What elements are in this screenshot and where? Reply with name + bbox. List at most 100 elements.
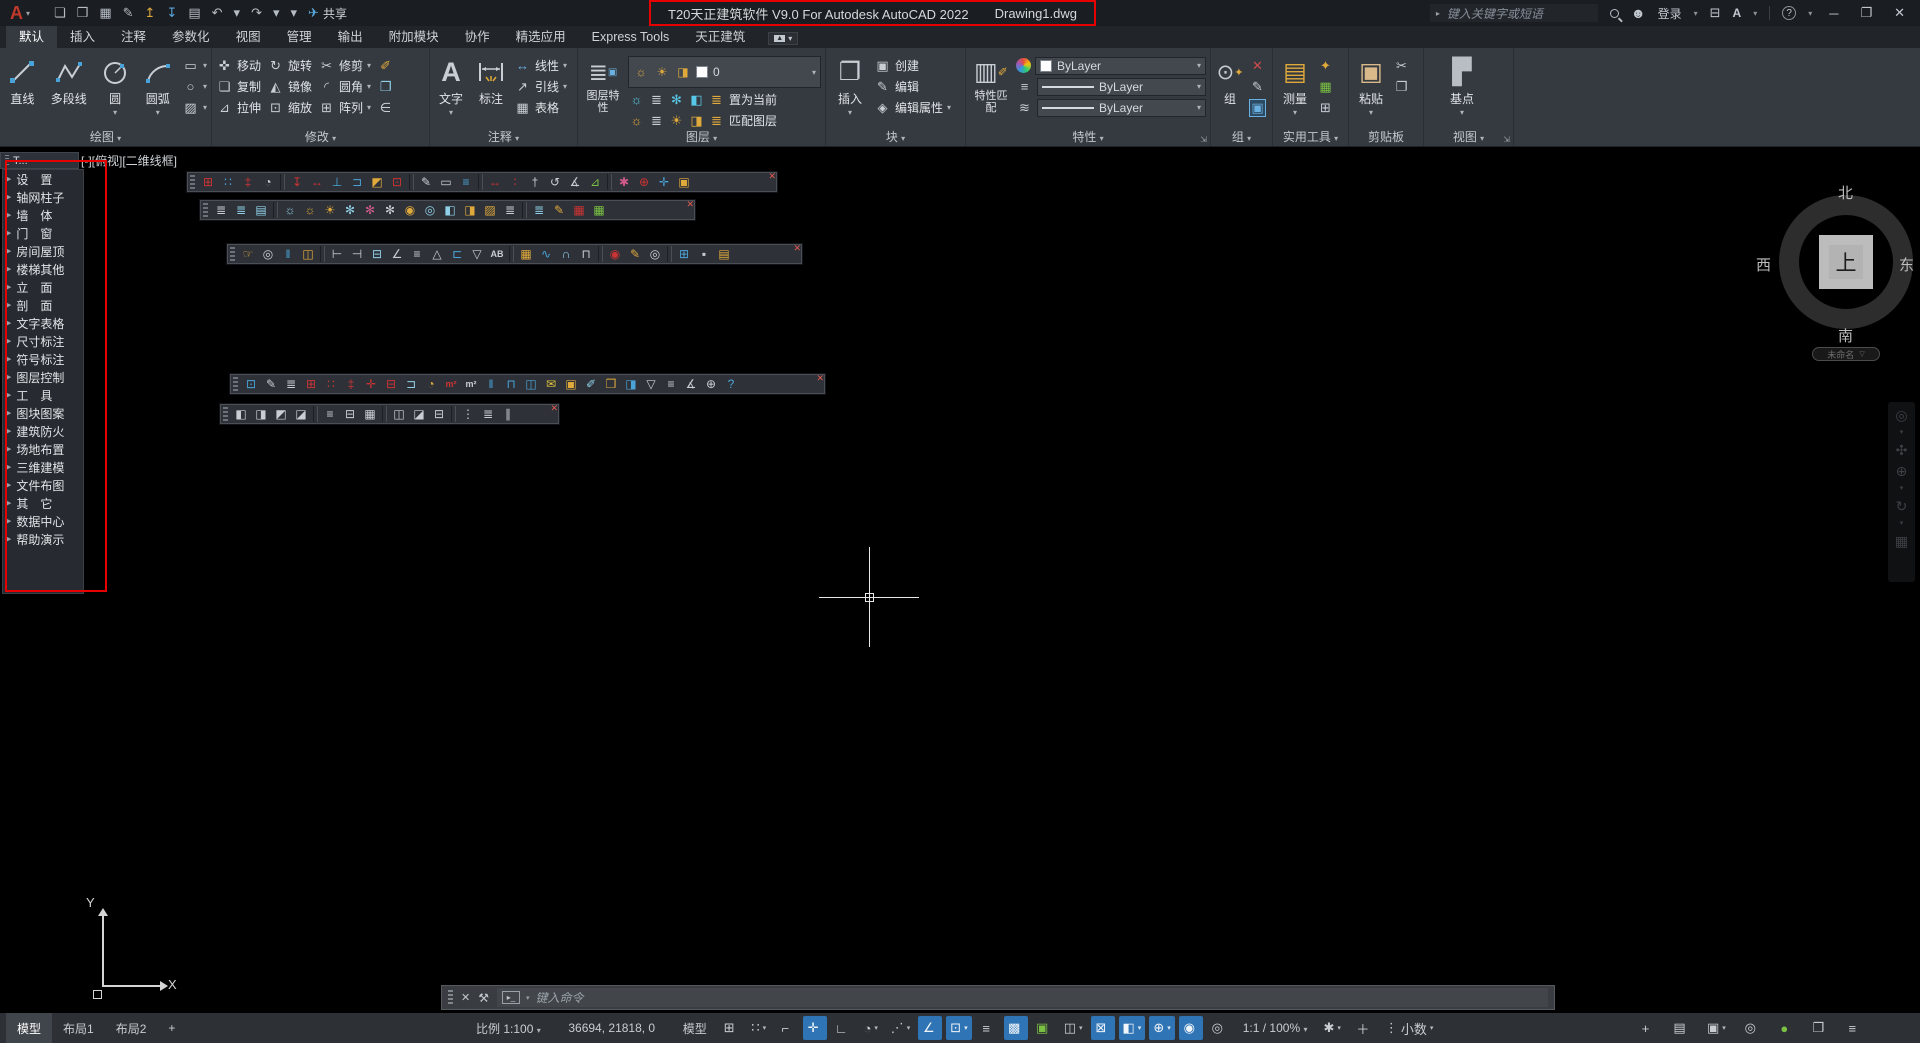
bring-front-icon[interactable]: ◧ [231,405,251,423]
panel-title-draw[interactable]: 绘图 ▾ [0,128,211,145]
palette-item[interactable]: 符号标注 [3,350,83,368]
login-label[interactable]: 登录 [1658,5,1682,22]
marker-icon[interactable]: ✛ [361,375,381,393]
toolbar-icon[interactable] [509,246,514,262]
list-bars-icon[interactable]: ≡ [407,245,427,263]
hatch-icon[interactable]: ▨▾ [182,98,207,117]
layer-edit-icon[interactable]: ✎ [549,201,569,219]
elev-left-icon[interactable]: ⊢ [327,245,347,263]
ruler-icon[interactable]: ▤ [714,245,734,263]
palette-item[interactable]: 文件布图 [3,476,83,494]
layout-tab[interactable]: 布局2 [105,1013,158,1043]
layer-rgb2-icon[interactable]: ▦ [589,201,609,219]
clipboard-icon[interactable]: ▣ [674,173,694,191]
search-collapse-icon[interactable]: ▸ [1436,9,1440,18]
image-icon[interactable]: ◨ [621,375,641,393]
bring-above-icon[interactable]: ◩ [271,405,291,423]
palette-grip[interactable] [5,155,9,166]
scale-button[interactable]: ⊡缩放 [267,98,316,117]
rotate-button[interactable]: ↻旋转 [267,56,316,75]
block-attrs-icon[interactable]: ◈编辑属性▾ [874,98,951,117]
redo-icon[interactable]: ↷ [251,5,262,21]
erase-icon[interactable]: ✐ [377,56,394,75]
red-eye-icon[interactable]: ◉ [605,245,625,263]
close-icon[interactable]: ✕ [768,172,776,181]
floating-toolbar-view-tools[interactable]: ☞◎‖◫⊢⊣⊟∠≡△⊏▽AB▦∿∩⊓◉✎◎⊞▪▤ ✕ [226,243,803,265]
mirror-button[interactable]: ◭镜像 [267,77,316,96]
minimize-button[interactable]: ─ [1824,6,1843,21]
fillet-button[interactable]: ◜圆角▾ [318,77,371,96]
orbit-icon[interactable]: ↻ [1896,499,1908,513]
isolate-objects-icon[interactable]: ◎ [1740,1016,1764,1040]
save-icon[interactable]: ▦ [99,5,111,21]
ribbon-tab[interactable]: 默认 [6,26,57,48]
linetype-combo[interactable]: ByLayer▾ [1037,99,1206,117]
text-button[interactable]: A 文字 ▾ [434,53,468,130]
rectangle-icon[interactable]: ▭▾ [182,56,207,75]
list-icon[interactable]: ≡ [661,375,681,393]
lock-ui-icon[interactable]: ▣▾ [1703,1016,1730,1040]
match-layer-label[interactable]: 匹配图层 [729,112,777,129]
parallel-icon[interactable]: ∥ [498,405,518,423]
panel-title-annotate[interactable]: 注释 ▾ [430,128,577,145]
arc-wall-icon[interactable]: ◔ [421,375,441,393]
cross-move-icon[interactable]: ⊕ [634,173,654,191]
floating-toolbar-axis-wall[interactable]: ⊞∷‡◔↧↔⊥⊐◩⊡✎▭≡↔∶†↺∡⊿✱⊕✛▣ ✕ [186,171,778,193]
chevron-down-icon[interactable]: ▾ [1369,108,1373,117]
join-icon[interactable]: ∈ [377,98,394,117]
infer-constraints-toggle[interactable]: ⌐ [775,1016,799,1040]
close-icon[interactable]: ✕ [550,404,558,413]
glow-ring-icon[interactable]: ◎ [420,201,440,219]
palette-item[interactable]: 其 它 [3,494,83,512]
toolbar-grip[interactable] [233,377,238,391]
viewcube-west[interactable]: 西 [1756,254,1771,275]
palette-item[interactable]: 立 面 [3,278,83,296]
columns-icon[interactable]: ‖ [481,375,501,393]
bulb-on-icon[interactable]: ☀ [320,201,340,219]
new-file-icon[interactable]: ❏ [54,5,66,21]
viewport-controls[interactable]: [-][俯视][二维线框] [81,152,177,169]
floating-toolbar-building-tools[interactable]: ⊡✎≣⊞∷‡✛⊟⊐◔m²m²‖⊓◫✉▣✐❒◨▽≡∡⊕? ✕ [229,373,826,395]
elevation-mark-icon[interactable]: ▽ [641,375,661,393]
align-left-icon[interactable]: ≡ [320,405,340,423]
units-button[interactable]: ⋮ 小数 ▾ [1381,1016,1438,1040]
text-list-icon[interactable]: ≡ [456,173,476,191]
ellipse-icon[interactable]: ○▾ [182,77,207,96]
object-snap-tracking-toggle[interactable]: ∠ [918,1016,942,1040]
palette-item[interactable]: 尺寸标注 [3,332,83,350]
panel-title-layers[interactable]: 图层 ▾ [578,128,825,145]
insert-block-button[interactable]: ❐ 插入 ▾ [830,53,870,130]
share-label[interactable]: 共享 [323,5,347,22]
ungroup-icon[interactable]: ✕ [1249,56,1266,75]
doc-edit-icon[interactable]: ✎ [261,375,281,393]
block-create-icon[interactable]: ▣创建 [874,56,951,75]
brush-icon[interactable]: ✐ [581,375,601,393]
table-grid-icon[interactable]: ▦ [516,245,536,263]
hole-marker-icon[interactable]: ⊡ [387,173,407,191]
autoscale-toggle[interactable]: ◎ [1207,1016,1231,1040]
dimension-button[interactable]: 标注 [472,53,510,130]
axis-grid-icon[interactable]: ⊞ [301,375,321,393]
palette-item[interactable]: 图层控制 [3,368,83,386]
table-icon[interactable]: ▦表格 [514,98,567,117]
layer-chart-icon[interactable]: ▤ [251,201,271,219]
toolbar-icon[interactable] [273,202,278,218]
redo-dropdown-icon[interactable]: ▾ [273,5,280,21]
send-back-icon[interactable]: ◨ [251,405,271,423]
command-line[interactable]: ✕ ⚒ ▸_ ▾ 键入命令 [441,985,1555,1010]
text-box-icon[interactable]: ▭ [436,173,456,191]
help-icon[interactable]: ? [721,375,741,393]
trim-button[interactable]: ✂修剪▾ [318,56,371,75]
palette-item[interactable]: 文字表格 [3,314,83,332]
viewcube-south[interactable]: 南 [1838,325,1853,346]
wave-icon[interactable]: ∿ [536,245,556,263]
chevron-down-icon[interactable]: ▾ [113,108,117,117]
layout-tab[interactable]: 布局1 [52,1013,105,1043]
area-icon[interactable]: m² [441,375,461,393]
distribute-mid-icon[interactable]: ◪ [409,405,429,423]
copy-button[interactable]: ❏复制 [216,77,265,96]
close-icon[interactable]: ✕ [816,374,824,383]
palette-item[interactable]: 墙 体 [3,206,83,224]
area-table-icon[interactable]: m² [461,375,481,393]
toolbar-grip[interactable] [223,407,228,421]
